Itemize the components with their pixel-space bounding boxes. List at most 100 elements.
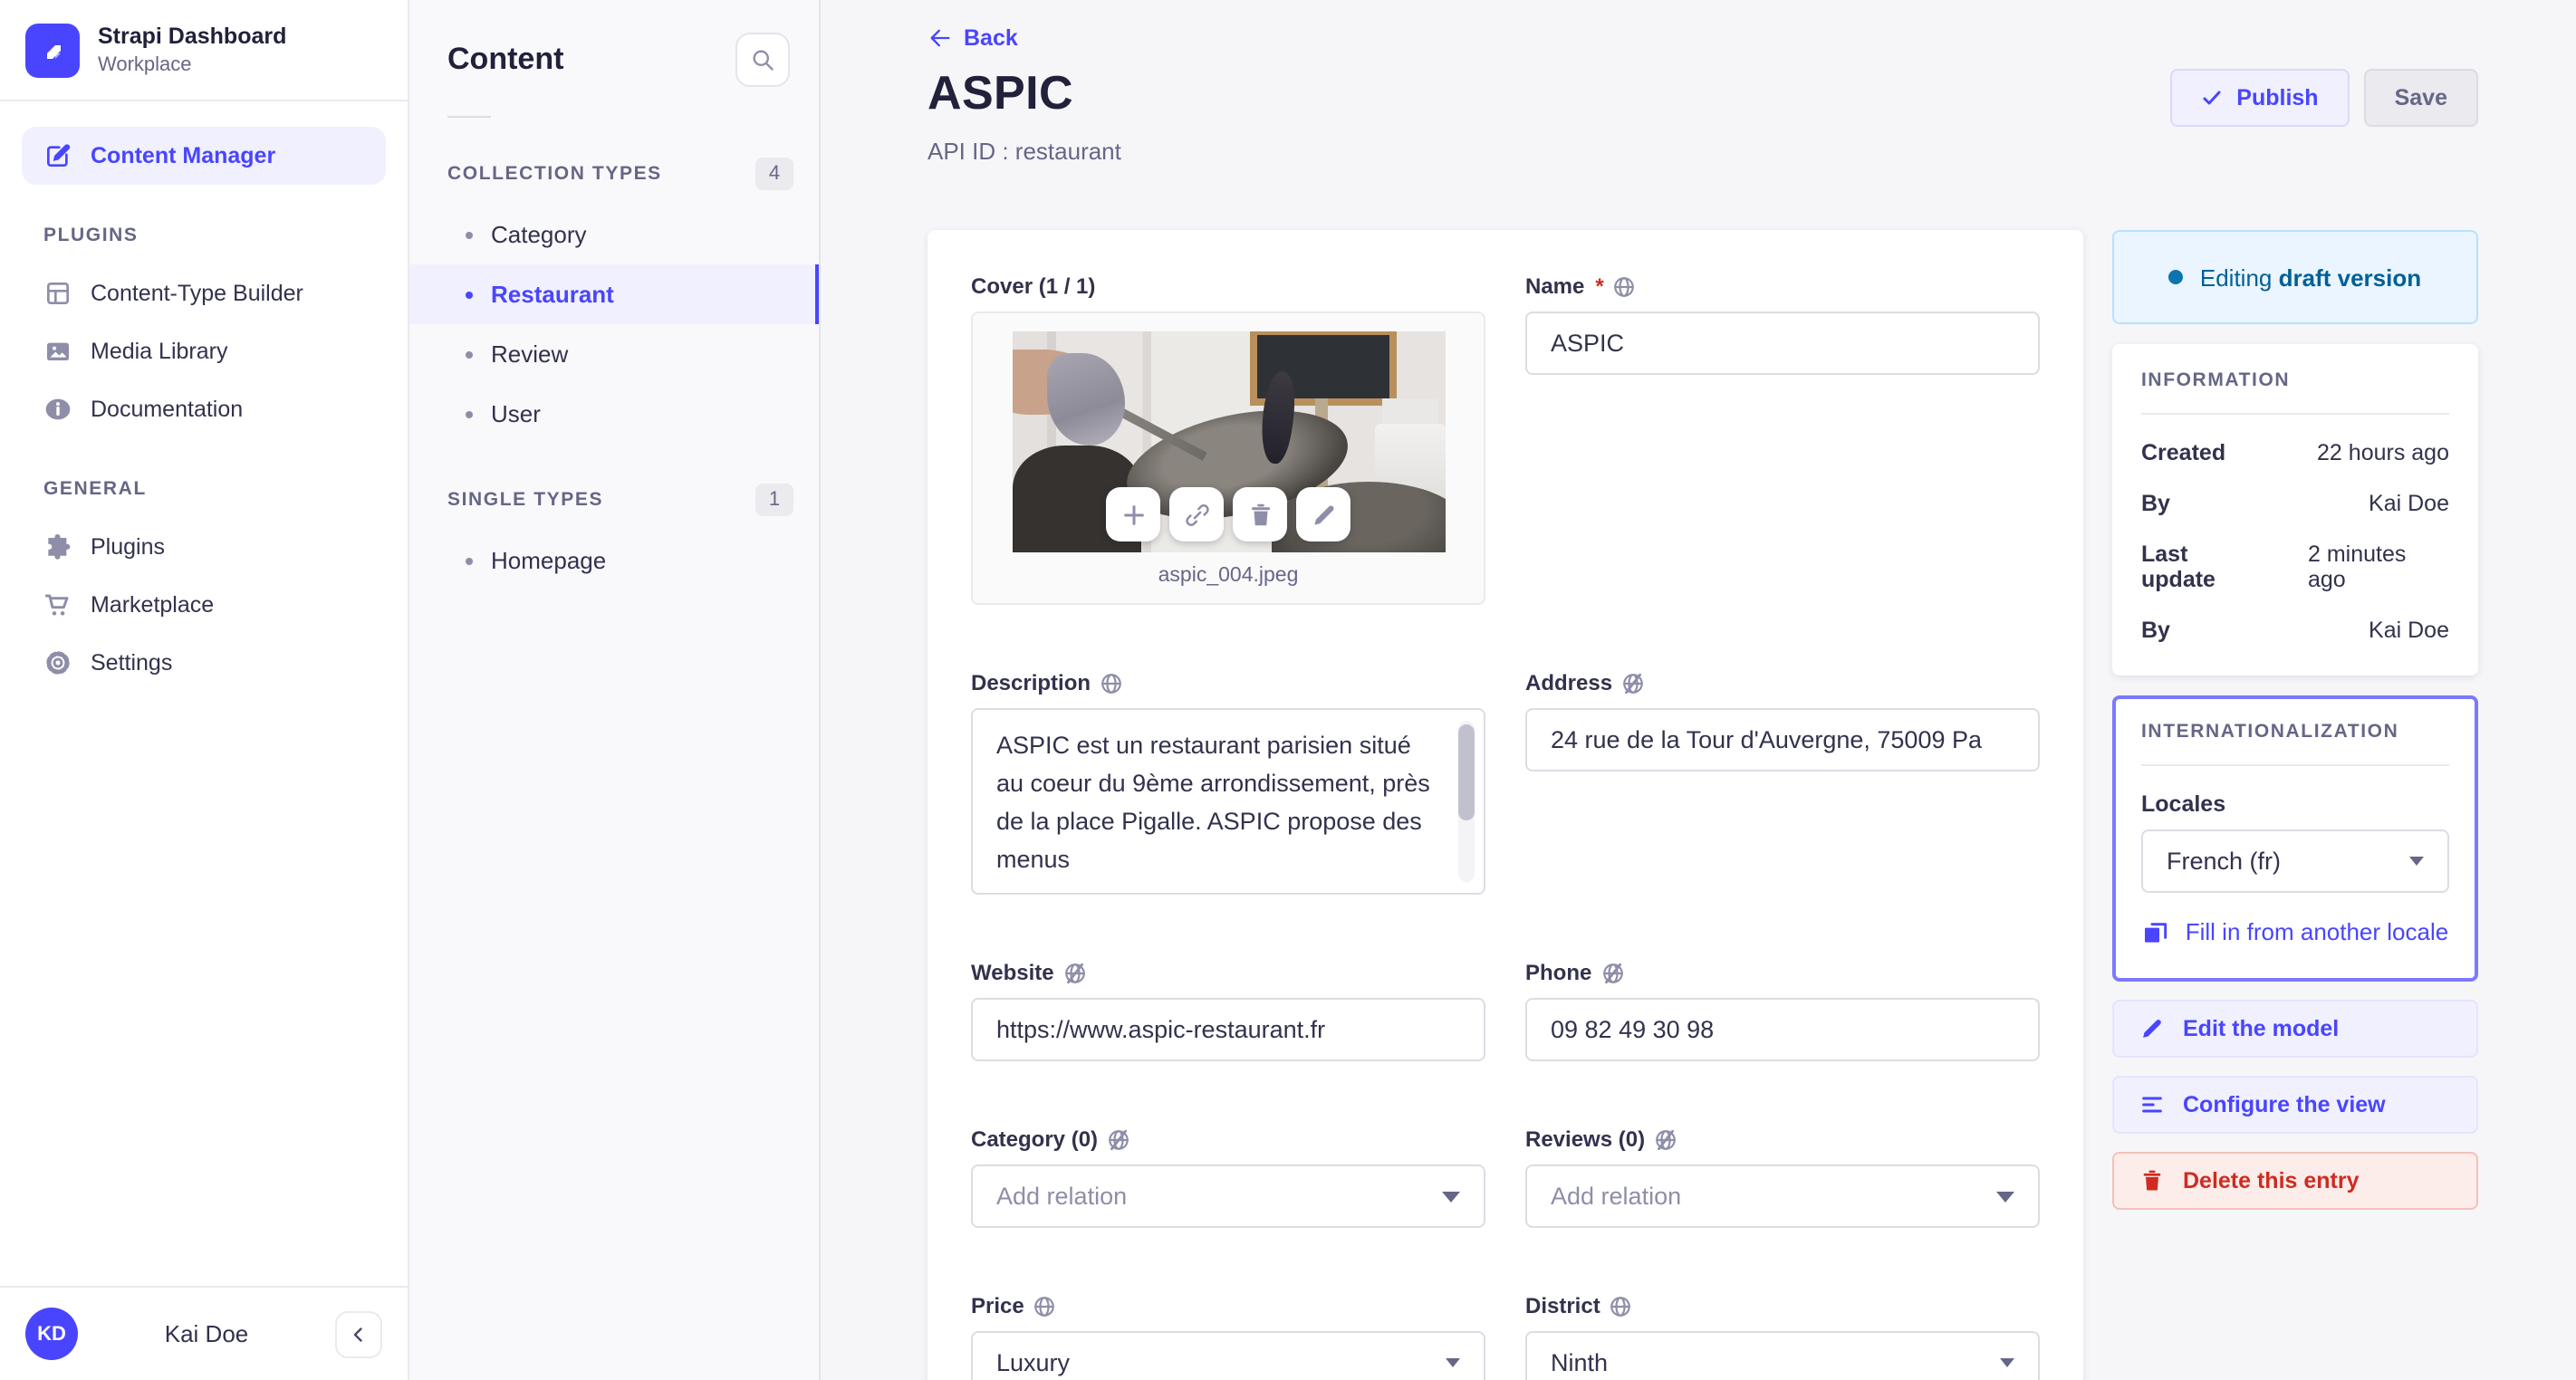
info-row-last-update: Last update 2 minutes ago xyxy=(2141,541,2449,592)
group-label-single-types: SINGLE TYPES xyxy=(447,489,604,511)
workspace-title: Strapi Dashboard xyxy=(98,24,287,50)
price-select[interactable]: Luxury xyxy=(971,1331,1485,1380)
sidebar-item-documentation[interactable]: Documentation xyxy=(22,380,386,438)
sidebar-item-plugins[interactable]: Plugins xyxy=(22,518,386,576)
info-row-created: Created 22 hours ago xyxy=(2141,440,2449,465)
publish-button[interactable]: Publish xyxy=(2169,69,2350,127)
category-label: Category (0) xyxy=(971,1126,1099,1152)
bullet-icon xyxy=(466,350,473,358)
delete-entry-label: Delete this entry xyxy=(2183,1168,2360,1193)
page-title: ASPIC xyxy=(928,65,1073,120)
district-label: District xyxy=(1525,1293,1600,1318)
chevron-left-icon xyxy=(348,1323,370,1345)
globe-slash-icon xyxy=(1600,961,1624,984)
caret-down-icon xyxy=(1446,1358,1460,1367)
field-cover: Cover (1 / 1) aspic_004.jpeg xyxy=(971,273,1485,605)
user-name: Kai Doe xyxy=(164,1320,249,1347)
sidebar-item-settings[interactable]: Settings xyxy=(22,634,386,692)
workspace-brand[interactable]: Strapi Dashboard Workplace xyxy=(0,0,408,100)
information-title: INFORMATION xyxy=(2141,369,2291,391)
delete-entry-button[interactable]: Delete this entry xyxy=(2112,1152,2478,1210)
info-value: Kai Doe xyxy=(2369,491,2449,516)
draft-prefix: Editing xyxy=(2199,264,2273,291)
info-row-updated-by: By Kai Doe xyxy=(2141,618,2449,643)
description-label: Description xyxy=(971,670,1091,695)
website-input[interactable] xyxy=(971,998,1485,1061)
documentation-icon xyxy=(43,395,72,424)
globe-slash-icon xyxy=(1654,1127,1677,1151)
collapse-sidebar-button[interactable] xyxy=(335,1310,382,1357)
edit-model-button[interactable]: Edit the model xyxy=(2112,1000,2478,1058)
edit-media-button[interactable] xyxy=(1296,487,1350,541)
field-reviews: Reviews (0) Add relation xyxy=(1525,1126,2040,1228)
globe-icon xyxy=(1613,274,1637,298)
sidebar-item-media-library[interactable]: Media Library xyxy=(22,322,386,380)
info-label: Last update xyxy=(2141,541,2216,592)
bullet-icon xyxy=(466,557,473,564)
globe-slash-icon xyxy=(1621,671,1645,695)
subnav-title: Content xyxy=(447,42,564,76)
back-link[interactable]: Back xyxy=(928,25,1018,51)
link-icon xyxy=(1183,501,1210,528)
search-button[interactable] xyxy=(735,33,790,87)
subnav-item-homepage[interactable]: Homepage xyxy=(409,531,819,590)
bullet-icon xyxy=(466,291,473,298)
group-label-collection-types: COLLECTION TYPES xyxy=(447,163,662,185)
description-textarea[interactable]: ASPIC est un restaurant parisien situé a… xyxy=(971,708,1485,895)
sidebar-item-label: Content Manager xyxy=(91,143,276,168)
subnav-item-user[interactable]: User xyxy=(409,384,819,444)
reviews-placeholder: Add relation xyxy=(1551,1183,1682,1210)
sidebar-item-content-manager[interactable]: Content Manager xyxy=(22,127,386,185)
field-address: Address xyxy=(1525,670,2040,895)
configure-view-button[interactable]: Configure the view xyxy=(2112,1076,2478,1134)
sidebar-item-label: Settings xyxy=(91,650,173,676)
internationalization-panel: INTERNATIONALIZATION Locales French (fr)… xyxy=(2112,695,2478,982)
single-types-count-badge: 1 xyxy=(755,484,793,516)
phone-input[interactable] xyxy=(1525,998,2040,1061)
info-value: Kai Doe xyxy=(2369,618,2449,643)
scrollbar-thumb[interactable] xyxy=(1458,724,1475,820)
subnav-item-restaurant[interactable]: Restaurant xyxy=(409,264,819,324)
address-label: Address xyxy=(1525,670,1613,695)
category-relation-select[interactable]: Add relation xyxy=(971,1164,1485,1228)
information-panel: INFORMATION Created 22 hours ago By Kai … xyxy=(2112,344,2478,676)
save-button[interactable]: Save xyxy=(2363,69,2478,127)
subnav-item-review[interactable]: Review xyxy=(409,324,819,384)
avatar[interactable]: KD xyxy=(25,1308,78,1360)
reviews-label: Reviews (0) xyxy=(1525,1126,1646,1152)
field-district: District Ninth xyxy=(1525,1293,2040,1380)
district-value: Ninth xyxy=(1551,1349,1609,1376)
copy-link-button[interactable] xyxy=(1169,487,1224,541)
sidebar-section-general: GENERAL xyxy=(43,478,147,500)
copy-icon xyxy=(2141,918,2170,947)
internationalization-title: INTERNATIONALIZATION xyxy=(2141,721,2399,743)
back-label: Back xyxy=(964,25,1018,51)
field-price: Price Luxury xyxy=(971,1293,1485,1380)
globe-icon xyxy=(1100,671,1123,695)
address-input[interactable] xyxy=(1525,708,2040,771)
reviews-relation-select[interactable]: Add relation xyxy=(1525,1164,2040,1228)
content-subnav: Content COLLECTION TYPES 4 Category Rest… xyxy=(409,0,821,1380)
locale-select[interactable]: French (fr) xyxy=(2141,829,2449,893)
caret-down-icon xyxy=(1442,1191,1460,1202)
globe-icon xyxy=(1033,1294,1057,1318)
cover-filename: aspic_004.jpeg xyxy=(1158,565,1299,587)
add-media-button[interactable] xyxy=(1106,487,1160,541)
cover-actions xyxy=(1106,487,1350,541)
info-label: By xyxy=(2141,618,2170,643)
status-dot-icon xyxy=(2168,270,2184,284)
field-description: Description ASPIC est un restaurant pari… xyxy=(971,670,1485,895)
sidebar-item-marketplace[interactable]: Marketplace xyxy=(22,576,386,634)
info-value: 2 minutes ago xyxy=(2308,541,2407,592)
locales-label: Locales xyxy=(2141,791,2226,817)
collection-types-count-badge: 4 xyxy=(755,158,793,190)
fill-from-locale-link[interactable]: Fill in from another locale xyxy=(2141,916,2449,949)
delete-media-button[interactable] xyxy=(1233,487,1287,541)
subnav-item-category[interactable]: Category xyxy=(409,205,819,264)
field-website: Website xyxy=(971,960,1485,1061)
name-input[interactable] xyxy=(1525,311,2040,375)
bullet-icon xyxy=(466,410,473,417)
workspace-subtitle: Workplace xyxy=(98,53,192,76)
district-select[interactable]: Ninth xyxy=(1525,1331,2040,1380)
sidebar-item-content-type-builder[interactable]: Content-Type Builder xyxy=(22,264,386,322)
